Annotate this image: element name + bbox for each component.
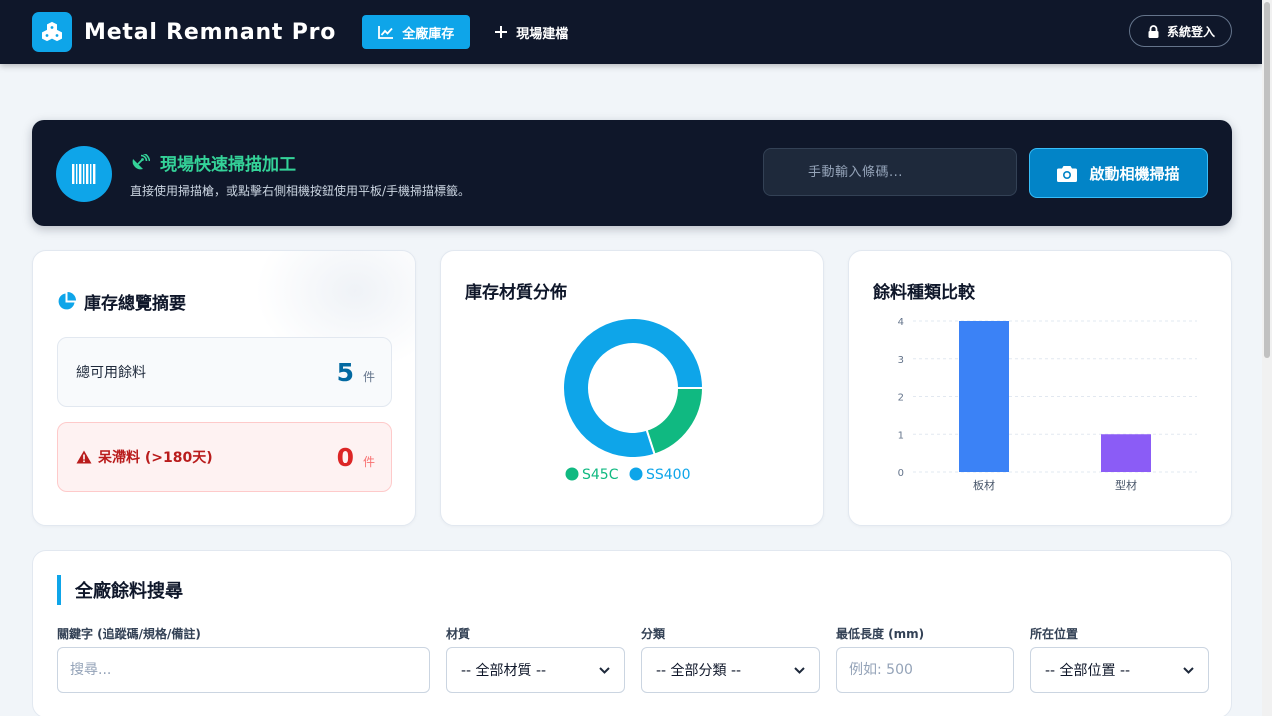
- remnant-search-panel: 全廠餘料搜尋 關鍵字 (追蹤碼/規格/備註) 材質 -- 全部材質 -- 分類 …: [32, 550, 1232, 716]
- satellite-dish-icon: [130, 153, 150, 172]
- bar-0[interactable]: [959, 321, 1009, 472]
- donut-slice-s45c[interactable]: [645, 387, 705, 456]
- brand[interactable]: Metal Remnant Pro: [32, 12, 336, 52]
- stale-remnants-label: 呆滯料 (>180天): [98, 450, 213, 466]
- stale-remnants-unit: 件: [362, 454, 375, 469]
- barcode-icon: [56, 146, 112, 202]
- quick-scan-banner: 現場快速掃描加工 直接使用掃描槍，或點擊右側相機按鈕使用平板/手機掃描標籤。 啟…: [32, 120, 1232, 226]
- x-tick-label: 型材: [1115, 478, 1137, 492]
- total-remnants-unit: 件: [362, 369, 375, 384]
- y-tick-label: 1: [898, 430, 904, 441]
- stale-remnants-count: 0: [336, 442, 354, 472]
- stale-remnants-stat: 呆滯料 (>180天) 0 件: [57, 422, 392, 492]
- y-tick-label: 2: [898, 393, 904, 404]
- total-remnants-stat: 總可用餘料 5 件: [57, 337, 392, 407]
- category-select-value: -- 全部分類 --: [656, 663, 742, 679]
- legend-label-ss400[interactable]: SS400: [646, 467, 691, 483]
- legend-label-s45c[interactable]: S45C: [582, 467, 619, 483]
- min-length-input[interactable]: [836, 647, 1014, 693]
- chevron-down-icon: [794, 666, 805, 674]
- category-select[interactable]: -- 全部分類 --: [641, 647, 820, 693]
- location-select[interactable]: -- 全部位置 --: [1030, 647, 1209, 693]
- camera-icon: [1057, 165, 1078, 182]
- pie-chart-icon: [57, 292, 76, 311]
- cubes-logo-icon: [32, 12, 72, 52]
- nav-create-label: 現場建檔: [516, 26, 569, 42]
- login-label: 系統登入: [1166, 24, 1215, 39]
- remnant-type-card: 餘料種類比較 0 1 2 3 4 板材 型材: [848, 250, 1232, 526]
- barcode-input[interactable]: [763, 148, 1017, 196]
- search-title: 全廠餘料搜尋: [57, 575, 183, 605]
- line-chart-icon: [378, 25, 394, 39]
- nav-inventory-label: 全廠庫存: [402, 26, 455, 42]
- material-select[interactable]: -- 全部材質 --: [446, 647, 625, 693]
- y-tick-label: 3: [898, 355, 904, 366]
- lock-icon: [1148, 24, 1159, 38]
- material-select-value: -- 全部材質 --: [461, 663, 547, 679]
- legend-swatch-s45c: [565, 467, 579, 481]
- page-scrollbar[interactable]: [1262, 0, 1272, 716]
- keyword-search-input[interactable]: [57, 647, 430, 693]
- top-navbar: Metal Remnant Pro 全廠庫存 現場建檔 系統登入: [0, 0, 1262, 64]
- scan-subtitle: 直接使用掃描槍，或點擊右側相機按鈕使用平板/手機掃描標籤。: [130, 184, 471, 198]
- chevron-down-icon: [1183, 666, 1194, 674]
- y-tick-label: 0: [898, 468, 904, 479]
- material-label: 材質: [446, 627, 471, 641]
- chevron-down-icon: [599, 666, 610, 674]
- material-donut-chart: S45C SS400: [562, 317, 705, 483]
- app-title: Metal Remnant Pro: [84, 19, 337, 45]
- category-label: 分類: [641, 627, 666, 641]
- summary-title-text: 庫存總覽摘要: [84, 294, 186, 314]
- total-remnants-count: 5: [336, 357, 354, 387]
- nav-inventory-button[interactable]: 全廠庫存: [362, 15, 471, 49]
- min-length-label: 最低長度 (mm): [836, 627, 925, 641]
- material-distribution-card: 庫存材質分佈 S45C SS400: [440, 250, 824, 526]
- x-tick-label: 板材: [973, 478, 995, 492]
- total-remnants-label: 總可用餘料: [76, 365, 146, 381]
- bar-1[interactable]: [1101, 434, 1151, 472]
- scan-title-text: 現場快速掃描加工: [160, 155, 296, 175]
- login-button[interactable]: 系統登入: [1128, 15, 1232, 47]
- start-camera-scan-button[interactable]: 啟動相機掃描: [1029, 148, 1208, 198]
- warning-triangle-icon: [76, 450, 92, 464]
- camera-button-label: 啟動相機掃描: [1089, 164, 1180, 183]
- inventory-summary-card: 庫存總覽摘要 總可用餘料 5 件 呆滯料 (>180天) 0 件: [32, 250, 416, 526]
- remnant-type-bar-chart: 0 1 2 3 4 板材 型材: [898, 317, 1197, 492]
- stale-remnants-label-wrap: 呆滯料 (>180天): [76, 447, 213, 467]
- scrollbar-thumb[interactable]: [1264, 2, 1270, 358]
- y-tick-label: 4: [898, 317, 904, 328]
- summary-title: 庫存總覽摘要: [57, 289, 186, 314]
- keyword-label: 關鍵字 (追蹤碼/規格/備註): [57, 627, 201, 641]
- location-label: 所在位置: [1030, 627, 1079, 641]
- scan-title: 現場快速掃描加工: [130, 150, 296, 175]
- location-select-value: -- 全部位置 --: [1045, 663, 1131, 679]
- plus-icon: [494, 25, 508, 39]
- legend-swatch-ss400: [629, 467, 643, 481]
- nav-create-button[interactable]: 現場建檔: [482, 15, 580, 49]
